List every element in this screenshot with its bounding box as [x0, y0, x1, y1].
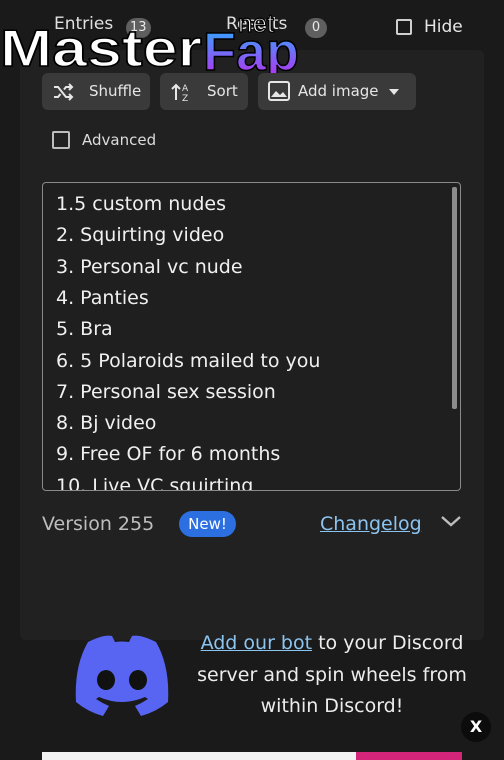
shuffle-icon [54, 83, 74, 101]
entry-line: 4. Panties [56, 286, 149, 309]
entries-textarea[interactable]: 1.5 custom nudes 2. Squirting video 3. P… [42, 182, 461, 491]
entry-line: 7. Personal sex session [56, 380, 276, 403]
shuffle-label: Shuffle [89, 82, 142, 100]
watermark-net-text: net [238, 8, 275, 38]
add-image-button[interactable]: Add image [258, 73, 416, 110]
sort-button[interactable]: A Z Sort [160, 73, 248, 110]
sort-icon: A Z [171, 83, 189, 103]
hide-checkbox[interactable] [396, 19, 412, 35]
entry-line: 3. Personal vc nude [56, 255, 243, 278]
add-image-label: Add image [298, 82, 379, 100]
entry-line: 6. 5 Polaroids mailed to you [56, 349, 321, 372]
add-bot-link[interactable]: Add our bot [201, 632, 312, 654]
entry-line: 2. Squirting video [56, 224, 225, 247]
hide-label: Hide [424, 17, 463, 37]
svg-text:Z: Z [182, 94, 188, 103]
changelog-link[interactable]: Changelog [320, 513, 422, 535]
discord-logo-icon [75, 635, 169, 716]
shuffle-button[interactable]: Shuffle [42, 73, 150, 110]
advanced-label: Advanced [82, 131, 157, 149]
svg-text:A: A [182, 84, 189, 94]
close-ad-button[interactable]: X [461, 712, 491, 742]
sort-label: Sort [207, 82, 238, 100]
discord-promo-text: Add our bot to your Discord server and s… [196, 628, 468, 723]
watermark-master-text: Master [0, 20, 202, 78]
entry-line: 8. Bj video [56, 412, 157, 435]
entry-line: 1.5 custom nudes [56, 193, 226, 215]
advanced-checkbox[interactable] [52, 131, 70, 149]
new-badge: New! [179, 511, 236, 537]
dropdown-arrow-icon[interactable] [389, 89, 399, 95]
entry-line: 9. Free OF for 6 months [56, 443, 281, 466]
ad-banner[interactable] [42, 752, 462, 760]
entry-line: 10. Live VC squirting [56, 474, 254, 491]
entry-line: 5. Bra [56, 318, 113, 341]
textarea-scrollbar[interactable] [452, 187, 457, 409]
chevron-down-icon[interactable] [440, 514, 462, 528]
version-label: Version 255 [42, 513, 155, 535]
ad-banner-accent [356, 752, 462, 760]
watermark-logo: Master Fap net [0, 8, 300, 82]
image-icon [268, 81, 290, 101]
